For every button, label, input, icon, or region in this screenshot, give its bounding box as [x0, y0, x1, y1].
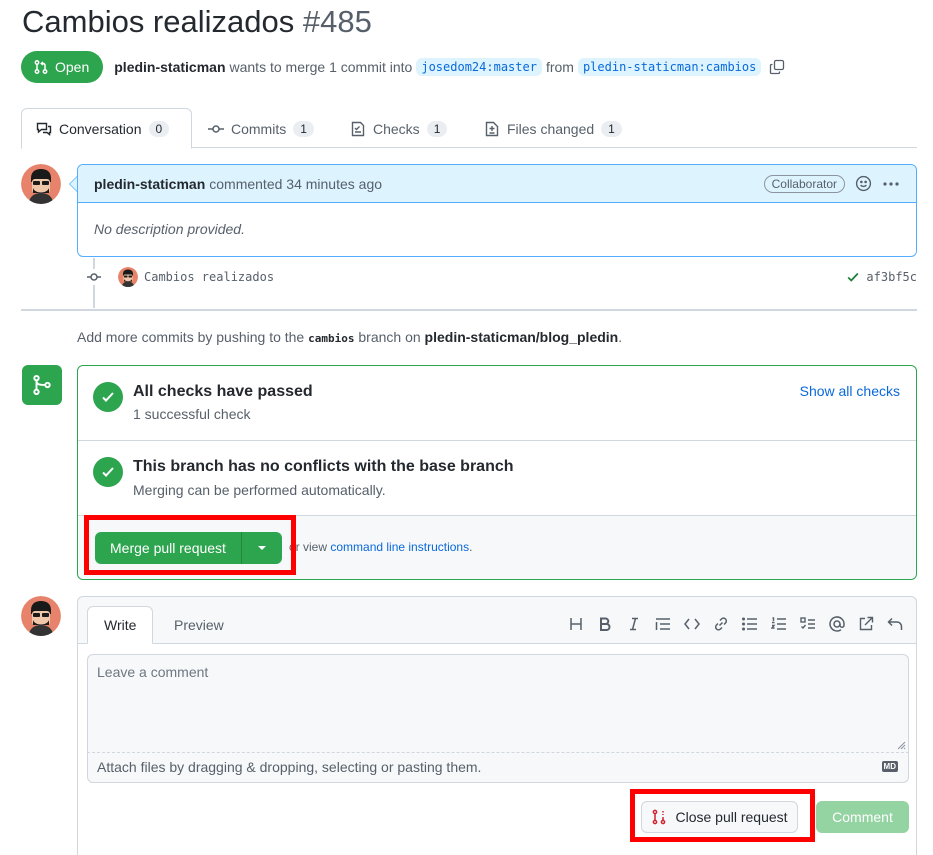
avatar[interactable]: [21, 164, 61, 204]
heading-icon[interactable]: [566, 614, 585, 633]
tab-label: Conversation: [59, 120, 142, 137]
tab-counter: 0: [148, 120, 170, 137]
mention-icon[interactable]: [827, 614, 846, 633]
link-icon[interactable]: [711, 614, 730, 633]
unordered-list-icon[interactable]: [740, 614, 759, 633]
comment-submit-button[interactable]: Comment: [816, 801, 909, 833]
author-link[interactable]: pledin-staticman: [114, 59, 225, 75]
show-all-checks-link[interactable]: Show all checks: [800, 383, 900, 399]
highlight-merge-button: [84, 515, 296, 575]
kebab-horizontal-icon[interactable]: [882, 176, 900, 192]
comment-placeholder: Leave a comment: [97, 664, 209, 680]
tab-files-changed[interactable]: Files changed 1: [470, 108, 636, 149]
pr-number: #485: [302, 4, 372, 39]
command-line-note: or view command line instructions.: [289, 540, 472, 554]
check-icon[interactable]: [846, 270, 860, 284]
push-note-suffix: .: [618, 329, 623, 345]
comment-textarea[interactable]: Leave a comment: [87, 654, 909, 753]
merge-text: wants to merge 1 commit into: [229, 59, 413, 75]
pr-meta: Open pledin-staticman wants to merge 1 c…: [21, 51, 785, 83]
tab-label: Files changed: [507, 120, 595, 137]
status-badge: Open: [21, 51, 104, 83]
check-circle-icon: [93, 382, 123, 412]
push-note-branch: cambios: [308, 332, 355, 345]
checks-section: All checks have passed 1 successful chec…: [78, 366, 916, 441]
italic-icon[interactable]: [624, 614, 643, 633]
comment-pointer-inner: [70, 177, 77, 191]
attach-files-text: Attach files by dragging & dropping, sel…: [97, 759, 482, 775]
bold-icon[interactable]: [595, 614, 614, 633]
pr-tabs: Conversation 0 Commits 1 Checks 1 Files …: [21, 108, 917, 149]
merge-summary: pledin-staticman wants to merge 1 commit…: [114, 58, 785, 76]
cross-reference-icon[interactable]: [856, 614, 875, 633]
tab-checks[interactable]: Checks 1: [336, 108, 461, 149]
push-note-repo: pledin-staticman/blog_pledin: [424, 329, 619, 345]
git-commit-icon: [86, 269, 102, 285]
timeline-commit: Cambios realizados af3bf5c: [86, 265, 917, 289]
tab-preview[interactable]: Preview: [158, 606, 240, 644]
tab-label: Commits: [231, 120, 287, 137]
head-branch-label[interactable]: pledin-staticman:cambios: [577, 58, 762, 76]
tab-counter: 1: [426, 120, 448, 137]
commit-sha[interactable]: af3bf5c: [866, 270, 917, 284]
base-branch-label[interactable]: josedom24:master: [416, 58, 542, 76]
attach-files-bar[interactable]: Attach files by dragging & dropping, sel…: [87, 753, 909, 783]
conflicts-section: This branch has no conflicts with the ba…: [78, 441, 916, 515]
tab-commits[interactable]: Commits 1: [194, 108, 328, 149]
pr-description-comment: pledin-staticman commented 34 minutes ag…: [77, 164, 917, 257]
resize-handle-icon[interactable]: [897, 741, 906, 750]
collaborator-badge: Collaborator: [763, 174, 845, 193]
tab-counter: 1: [293, 120, 314, 137]
git-pull-request-icon: [33, 59, 49, 75]
comment-body: No description provided.: [94, 221, 245, 237]
push-note: Add more commits by pushing to the cambi…: [77, 329, 622, 345]
markdown-toolbar: [566, 614, 904, 633]
tasklist-icon[interactable]: [798, 614, 817, 633]
tab-conversation[interactable]: Conversation 0: [21, 108, 192, 149]
comment-timestamp[interactable]: commented 34 minutes ago: [209, 176, 382, 192]
conflicts-title: This branch has no conflicts with the ba…: [133, 458, 514, 475]
tab-label: Checks: [373, 120, 420, 137]
comment-header: pledin-staticman commented 34 minutes ag…: [78, 165, 916, 203]
reply-icon[interactable]: [885, 614, 904, 633]
comment-author[interactable]: pledin-staticman: [94, 176, 205, 192]
timeline-divider: [21, 309, 917, 311]
push-note-middle: branch on: [358, 329, 421, 345]
checks-subtitle: 1 successful check: [133, 406, 251, 422]
smiley-icon[interactable]: [855, 175, 872, 192]
ordered-list-icon[interactable]: [769, 614, 788, 633]
commit-message[interactable]: Cambios realizados: [144, 270, 274, 284]
avatar[interactable]: [21, 596, 61, 636]
push-note-prefix: Add more commits by pushing to the: [77, 329, 305, 345]
tab-write[interactable]: Write: [87, 606, 154, 644]
page-title: Cambios realizados #485: [22, 4, 372, 40]
cli-suffix: .: [469, 540, 473, 554]
command-line-instructions-link[interactable]: command line instructions: [330, 540, 469, 554]
status-badge-label: Open: [55, 59, 90, 75]
from-text: from: [545, 59, 574, 75]
quote-icon[interactable]: [653, 614, 672, 633]
copy-icon[interactable]: [769, 59, 785, 75]
tab-counter: 1: [601, 120, 622, 137]
avatar[interactable]: [118, 267, 138, 287]
git-commit-icon: [208, 121, 224, 137]
git-merge-icon: [22, 365, 62, 405]
checks-title: All checks have passed: [133, 383, 313, 400]
conflicts-subtitle: Merging can be performed automatically.: [133, 482, 386, 498]
markdown-icon[interactable]: MD: [881, 761, 898, 772]
checklist-icon: [350, 121, 366, 137]
check-circle-icon: [93, 457, 123, 487]
pr-title-text: Cambios realizados: [22, 4, 295, 39]
comment-discussion-icon: [36, 121, 52, 137]
highlight-close-button: [630, 789, 815, 842]
code-icon[interactable]: [682, 614, 701, 633]
file-diff-icon: [484, 121, 500, 137]
